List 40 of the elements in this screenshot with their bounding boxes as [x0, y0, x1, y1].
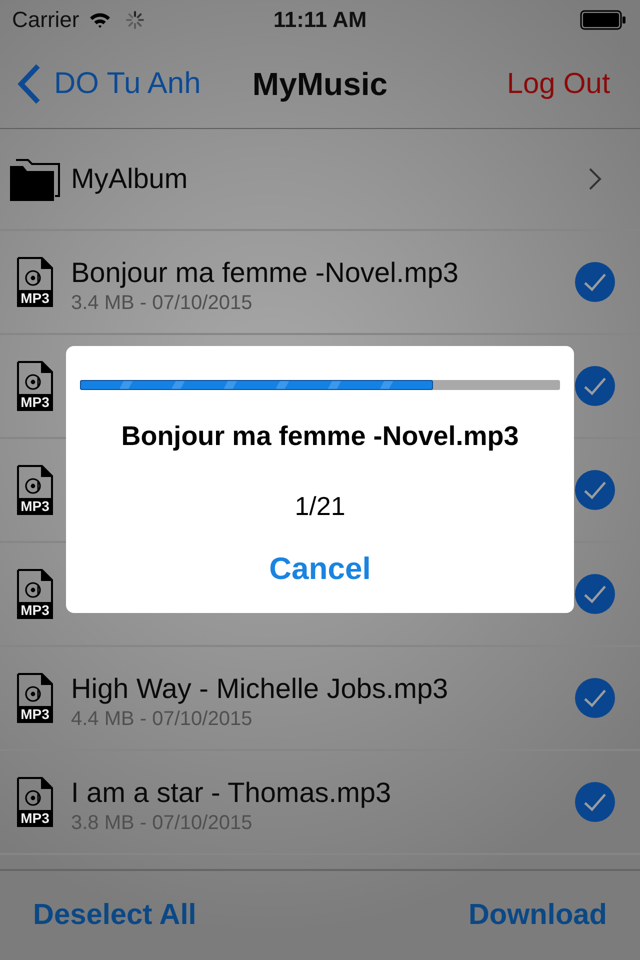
carrier-name: Carrier	[12, 7, 80, 33]
progress-count: 1/21	[294, 490, 346, 522]
checkmark-circle-icon[interactable]	[575, 470, 615, 510]
file-type-label: MP3	[17, 602, 53, 619]
file-name: Bonjour ma femme -Novel.mp3	[71, 257, 458, 289]
file-details: 3.4 MB - 07/10/2015	[71, 292, 252, 314]
file-name: High Way - Michelle Jobs.mp3	[71, 673, 448, 705]
file-type-label: MP3	[17, 810, 53, 827]
checkmark-circle-icon[interactable]	[575, 574, 615, 614]
checkmark-circle-icon[interactable]	[575, 262, 615, 302]
folder-icon	[10, 158, 60, 200]
chevron-right-icon	[588, 168, 602, 190]
cancel-button[interactable]: Cancel	[269, 551, 371, 587]
checkmark-circle-icon[interactable]	[575, 678, 615, 718]
music-document-icon	[17, 465, 53, 498]
music-document-icon	[17, 257, 53, 290]
loading-spinner-icon	[126, 11, 144, 29]
log-out-button[interactable]: Log Out	[506, 68, 610, 100]
status-time: 11:11 AM	[273, 7, 367, 33]
battery-icon	[580, 10, 626, 30]
checkmark-circle-icon[interactable]	[575, 782, 615, 822]
wifi-icon	[89, 12, 112, 28]
file-type-label: MP3	[17, 290, 53, 307]
file-details: 4.4 MB - 07/10/2015	[71, 708, 252, 730]
file-name: I am a star - Thomas.mp3	[71, 777, 392, 809]
file-type-label: MP3	[17, 394, 53, 411]
downloading-file-name: Bonjour ma femme -Novel.mp3	[121, 420, 519, 453]
folder-name: MyAlbum	[71, 163, 188, 195]
download-button[interactable]: Download	[468, 899, 607, 932]
music-document-icon	[17, 673, 53, 706]
chevron-left-icon	[16, 63, 42, 105]
music-document-icon	[17, 777, 53, 810]
deselect-all-button[interactable]: Deselect All	[33, 899, 196, 932]
checkmark-circle-icon[interactable]	[575, 366, 615, 406]
music-document-icon	[17, 361, 53, 394]
file-type-label: MP3	[17, 706, 53, 723]
file-type-label: MP3	[17, 498, 53, 515]
back-button[interactable]: DO Tu Anh	[0, 63, 201, 105]
music-document-icon	[17, 569, 53, 602]
screen-title: MyMusic	[251, 66, 389, 102]
